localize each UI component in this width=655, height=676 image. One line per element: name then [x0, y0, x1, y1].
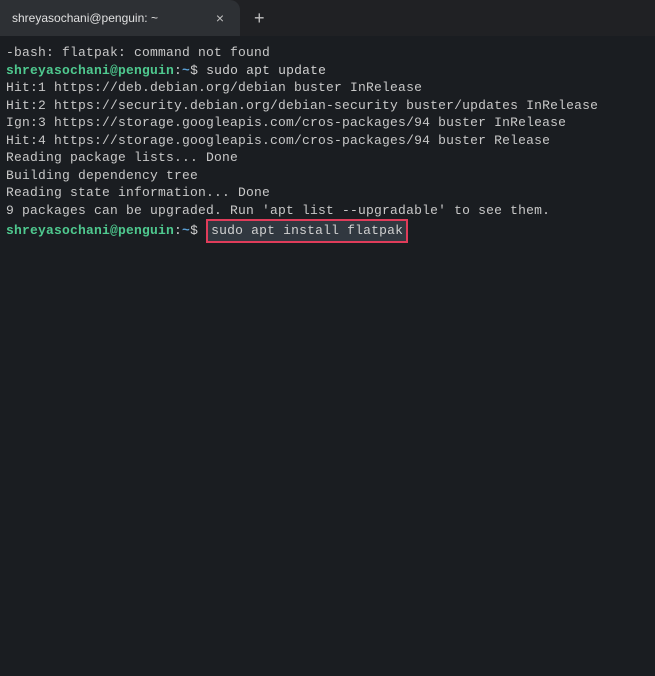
output-line: Hit:1 https://deb.debian.org/debian bust… — [6, 79, 649, 97]
prompt-dollar: $ — [190, 223, 206, 238]
output-line: 9 packages can be upgraded. Run 'apt lis… — [6, 202, 649, 220]
close-icon[interactable]: × — [212, 8, 228, 28]
output-line: Ign:3 https://storage.googleapis.com/cro… — [6, 114, 649, 132]
terminal-tab[interactable]: shreyasochani@penguin: ~ × — [0, 0, 240, 36]
terminal-body[interactable]: -bash: flatpak: command not found shreya… — [0, 36, 655, 251]
prompt-user: shreyasochani@penguin — [6, 223, 174, 238]
command-text: sudo apt install flatpak — [211, 223, 403, 238]
prompt-line: shreyasochani@penguin:~$ sudo apt instal… — [6, 219, 649, 243]
output-line: Reading state information... Done — [6, 184, 649, 202]
new-tab-button[interactable]: + — [240, 8, 279, 29]
prompt-colon: : — [174, 223, 182, 238]
tab-title: shreyasochani@penguin: ~ — [12, 11, 200, 25]
prompt-line: shreyasochani@penguin:~$ sudo apt update — [6, 62, 649, 80]
prompt-path: ~ — [182, 223, 190, 238]
output-line: Hit:4 https://storage.googleapis.com/cro… — [6, 132, 649, 150]
command-text: sudo apt update — [206, 63, 326, 78]
prompt-path: ~ — [182, 63, 190, 78]
highlighted-command: sudo apt install flatpak — [206, 219, 408, 243]
tab-bar: shreyasochani@penguin: ~ × + — [0, 0, 655, 36]
prompt-colon: : — [174, 63, 182, 78]
prompt-user: shreyasochani@penguin — [6, 63, 174, 78]
output-line: -bash: flatpak: command not found — [6, 44, 649, 62]
output-line: Hit:2 https://security.debian.org/debian… — [6, 97, 649, 115]
output-line: Reading package lists... Done — [6, 149, 649, 167]
output-line: Building dependency tree — [6, 167, 649, 185]
prompt-dollar: $ — [190, 63, 206, 78]
